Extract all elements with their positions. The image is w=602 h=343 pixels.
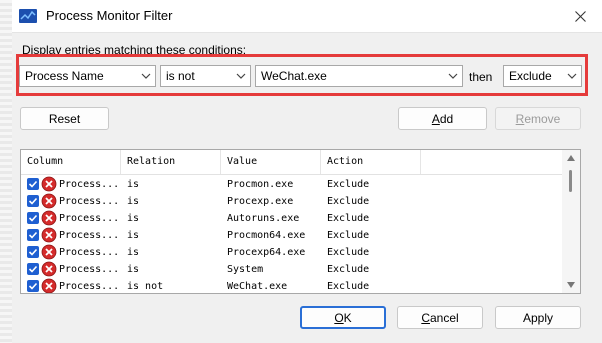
exclude-icon xyxy=(41,227,57,243)
row-value: System xyxy=(227,264,264,275)
row-action: Exclude xyxy=(327,247,370,258)
table-row[interactable]: Process... is Procmon64.exe Exclude xyxy=(21,227,562,244)
row-action: Exclude xyxy=(327,281,370,292)
apply-button[interactable]: Apply xyxy=(495,306,581,329)
exclude-icon xyxy=(41,244,57,260)
column-combo-value: Process Name xyxy=(25,69,104,83)
list-header: Column Relation Value Action xyxy=(21,150,562,175)
add-button-label: Add xyxy=(431,111,454,126)
row-column: Process... xyxy=(59,247,120,258)
filter-dialog: Process Monitor Filter Display entries m… xyxy=(12,0,602,343)
checkmark-icon xyxy=(28,282,38,290)
column-header-relation[interactable]: Relation xyxy=(121,150,221,174)
table-row[interactable]: Process... is Procexp64.exe Exclude xyxy=(21,244,562,261)
row-relation: is xyxy=(127,230,140,241)
reset-button[interactable]: Reset xyxy=(20,107,109,130)
then-label: then xyxy=(469,70,493,84)
row-action: Exclude xyxy=(327,264,370,275)
column-header-column[interactable]: Column xyxy=(21,150,121,174)
row-value: Autoruns.exe xyxy=(227,213,300,224)
row-relation: is xyxy=(127,196,140,207)
row-relation: is xyxy=(127,247,140,258)
column-header-action[interactable]: Action xyxy=(321,150,421,174)
close-button[interactable] xyxy=(558,0,602,32)
row-action: Exclude xyxy=(327,179,370,190)
apply-button-label: Apply xyxy=(522,310,554,325)
table-row[interactable]: Process... is Autoruns.exe Exclude xyxy=(21,210,562,227)
relation-combo-value: is not xyxy=(166,69,195,83)
row-column: Process... xyxy=(59,213,120,224)
row-relation: is not xyxy=(127,281,164,292)
enabled-checkbox[interactable] xyxy=(27,280,39,292)
window-title: Process Monitor Filter xyxy=(46,8,173,23)
row-column: Process... xyxy=(59,281,120,292)
scroll-up-arrow-icon[interactable] xyxy=(566,154,576,162)
row-action: Exclude xyxy=(327,230,370,241)
table-row[interactable]: Process... is Procexp.exe Exclude xyxy=(21,193,562,210)
ok-button[interactable]: OK xyxy=(300,306,386,329)
chevron-down-icon xyxy=(141,73,151,79)
exclude-icon xyxy=(41,278,57,293)
column-combo[interactable]: Process Name xyxy=(19,65,156,87)
table-row[interactable]: Process... is System Exclude xyxy=(21,261,562,278)
ok-button-label: OK xyxy=(334,310,352,325)
cancel-button[interactable]: Cancel xyxy=(397,306,483,329)
exclude-icon xyxy=(41,261,57,277)
table-row[interactable]: Process... is Procmon.exe Exclude xyxy=(21,176,562,193)
row-value: WeChat.exe xyxy=(227,281,288,292)
row-column: Process... xyxy=(59,179,120,190)
chevron-down-icon xyxy=(567,73,577,79)
checkmark-icon xyxy=(28,197,38,205)
checkmark-icon xyxy=(28,248,38,256)
chevron-down-icon xyxy=(236,73,246,79)
enabled-checkbox[interactable] xyxy=(27,178,39,190)
row-column: Process... xyxy=(59,230,120,241)
chevron-down-icon xyxy=(448,73,458,79)
cancel-button-label: Cancel xyxy=(421,310,459,325)
remove-button[interactable]: Remove xyxy=(495,107,581,130)
checkmark-icon xyxy=(28,265,38,273)
enabled-checkbox[interactable] xyxy=(27,229,39,241)
list-scrollbar[interactable] xyxy=(562,150,580,293)
row-relation: is xyxy=(127,213,140,224)
value-combo-text: WeChat.exe xyxy=(261,69,327,83)
row-value: Procexp.exe xyxy=(227,196,294,207)
enabled-checkbox[interactable] xyxy=(27,246,39,258)
filter-list[interactable]: Column Relation Value Action Process... i… xyxy=(20,149,581,294)
add-button[interactable]: Add xyxy=(398,107,487,130)
checkmark-icon xyxy=(28,180,38,188)
process-monitor-app-icon xyxy=(19,9,37,23)
action-combo[interactable]: Exclude xyxy=(503,65,582,87)
checkmark-icon xyxy=(28,214,38,222)
action-combo-value: Exclude xyxy=(509,69,552,83)
row-column: Process... xyxy=(59,264,120,275)
relation-combo[interactable]: is not xyxy=(160,65,251,87)
row-action: Exclude xyxy=(327,196,370,207)
row-action: Exclude xyxy=(327,213,370,224)
scroll-thumb[interactable] xyxy=(569,170,572,192)
enabled-checkbox[interactable] xyxy=(27,263,39,275)
close-icon xyxy=(574,10,586,22)
row-value: Procmon.exe xyxy=(227,179,294,190)
checkmark-icon xyxy=(28,231,38,239)
scroll-down-arrow-icon[interactable] xyxy=(566,281,576,289)
row-relation: is xyxy=(127,179,140,190)
column-header-value[interactable]: Value xyxy=(221,150,321,174)
enabled-checkbox[interactable] xyxy=(27,195,39,207)
row-value: Procexp64.exe xyxy=(227,247,306,258)
value-combo[interactable]: WeChat.exe xyxy=(255,65,463,87)
remove-button-label: Remove xyxy=(515,111,561,126)
enabled-checkbox[interactable] xyxy=(27,212,39,224)
row-value: Procmon64.exe xyxy=(227,230,306,241)
table-row[interactable]: Process... is not WeChat.exe Exclude xyxy=(21,278,562,293)
exclude-icon xyxy=(41,210,57,226)
exclude-icon xyxy=(41,176,57,192)
row-column: Process... xyxy=(59,196,120,207)
title-bar: Process Monitor Filter xyxy=(12,0,602,33)
reset-button-label: Reset xyxy=(48,111,81,126)
exclude-icon xyxy=(41,193,57,209)
row-relation: is xyxy=(127,264,140,275)
